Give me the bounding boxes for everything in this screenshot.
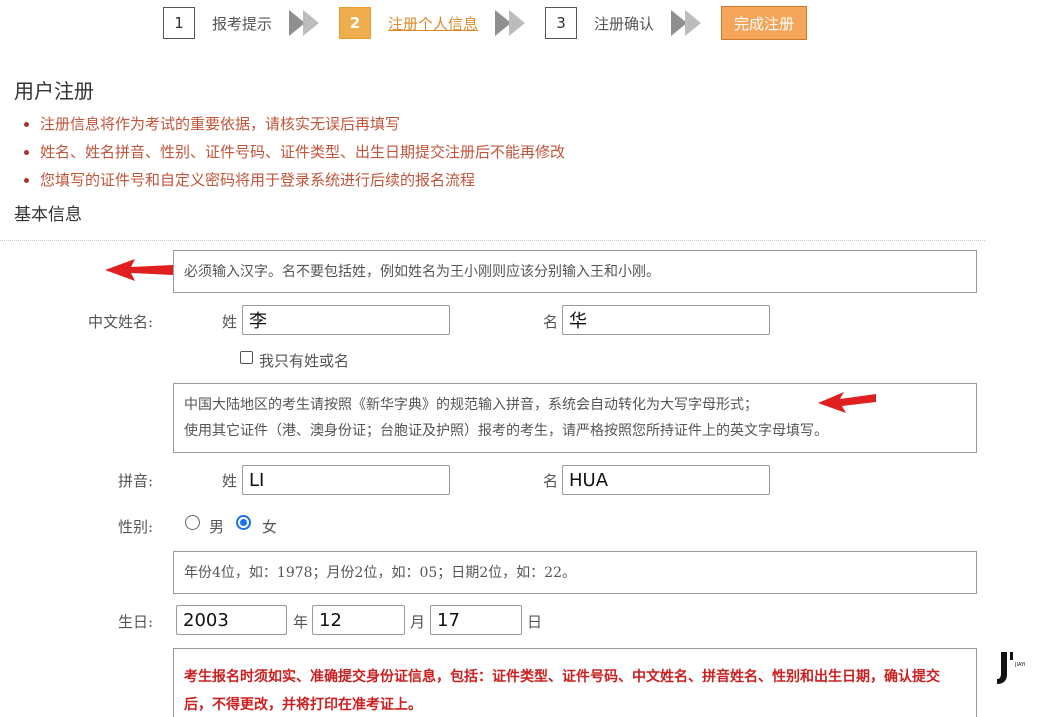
step-arrow-icon	[671, 10, 703, 36]
step-3-label: 注册确认	[594, 14, 655, 33]
step-arrow-icon	[289, 10, 321, 36]
jiayi-logo: JIAYI	[997, 652, 1026, 684]
only-surname-checkbox[interactable]	[240, 351, 253, 364]
name-tip: 必须输入汉字。名不要包括姓，例如姓名为王小刚则应该分别输入王和小刚。	[173, 250, 977, 293]
birthday-tip: 年份4位，如：1978；月份2位，如：05；日期2位，如：22。	[173, 551, 977, 594]
given-name-label: 名	[543, 313, 559, 331]
svg-text:JIAYI: JIAYI	[1014, 662, 1026, 668]
step-arrow-icon	[495, 10, 527, 36]
day-unit: 日	[527, 613, 543, 631]
pinyin-given-input[interactable]	[562, 465, 770, 495]
page-title: 用户注册	[14, 79, 94, 103]
note-item: 您填写的证件号和自定义密码将用于登录系统进行后续的报名流程	[24, 166, 565, 194]
step-3-number: 3	[545, 7, 578, 39]
birth-month-input[interactable]	[312, 605, 405, 635]
gender-male-radio[interactable]	[185, 515, 200, 530]
only-surname-label: 我只有姓或名	[259, 352, 350, 370]
gender-female-radio[interactable]	[236, 515, 251, 530]
chinese-name-label: 中文姓名:	[88, 313, 154, 331]
gender-male-label: 男	[209, 518, 225, 536]
name-tip-text: 必须输入汉字。名不要包括姓，例如姓名为王小刚则应该分别输入王和小刚。	[184, 264, 660, 280]
divider	[0, 240, 985, 241]
progress-steps: 1 报考提示 2 注册个人信息 3 注册确认 完成注册	[163, 6, 808, 40]
notes-list: 注册信息将作为考试的重要依据，请核实无误后再填写 姓名、姓名拼音、性别、证件号码…	[24, 110, 565, 194]
birth-year-input[interactable]	[176, 605, 287, 635]
pinyin-given-label: 名	[543, 472, 559, 490]
step-1-number: 1	[163, 7, 195, 39]
section-title: 基本信息	[14, 205, 82, 225]
birthday-tip-text: 年份4位，如：1978；月份2位，如：05；日期2位，如：22。	[184, 565, 576, 581]
surname-input[interactable]	[242, 305, 450, 335]
gender-label: 性别:	[118, 518, 154, 536]
month-unit: 月	[410, 613, 426, 631]
pinyin-surname-label: 姓	[222, 472, 238, 490]
pinyin-surname-input[interactable]	[242, 465, 450, 495]
note-item: 注册信息将作为考试的重要依据，请核实无误后再填写	[24, 110, 565, 138]
pinyin-label: 拼音:	[118, 472, 154, 490]
finish-registration-button[interactable]: 完成注册	[721, 6, 808, 40]
birth-day-input[interactable]	[430, 605, 522, 635]
red-arrow-icon	[105, 259, 173, 281]
surname-label: 姓	[222, 313, 238, 331]
red-arrow-icon	[818, 392, 876, 413]
step-2-label[interactable]: 注册个人信息	[388, 13, 478, 34]
step-2-number: 2	[339, 7, 372, 39]
year-unit: 年	[293, 613, 309, 631]
id-warning-box: 考生报名时须如实、准确提交身份证信息，包括：证件类型、证件号码、中文姓名、拼音姓…	[173, 648, 977, 717]
birthday-label: 生日:	[118, 613, 154, 631]
pinyin-tip-line2: 使用其它证件（港、澳身份证；台胞证及护照）报考的考生，请严格按照您所持证件上的英…	[184, 423, 828, 439]
gender-female-label: 女	[262, 518, 278, 536]
id-warning-text: 考生报名时须如实、准确提交身份证信息，包括：证件类型、证件号码、中文姓名、拼音姓…	[184, 669, 940, 713]
given-name-input[interactable]	[562, 305, 770, 335]
step-1-label: 报考提示	[212, 14, 273, 33]
note-item: 姓名、姓名拼音、性别、证件号码、证件类型、出生日期提交注册后不能再修改	[24, 138, 565, 166]
